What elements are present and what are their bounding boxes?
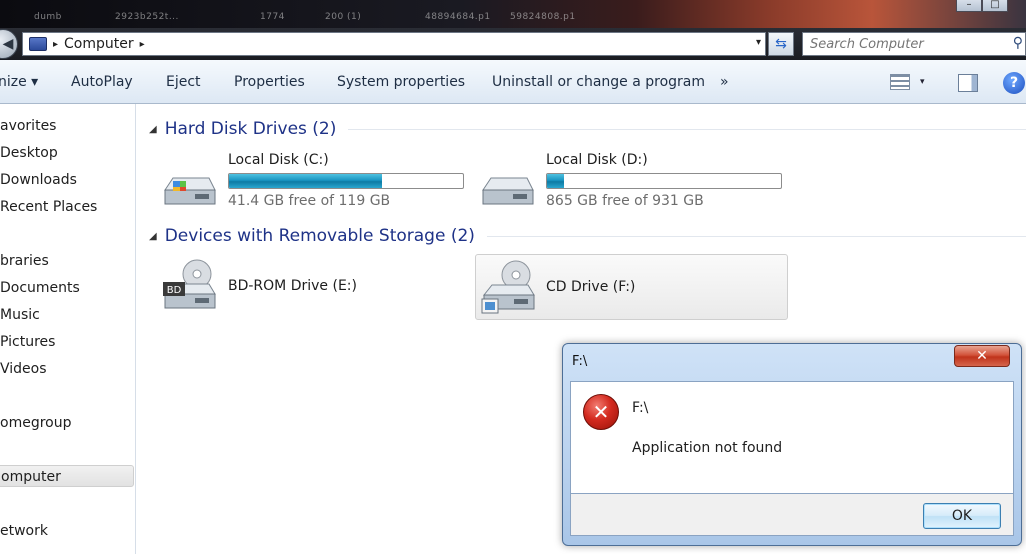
maximize-button[interactable]: □ (982, 0, 1008, 12)
dialog-footer: OK (570, 494, 1014, 536)
address-row: ◀ ▸ Computer ▸ ▾ ⇆ ⚲ (0, 28, 1026, 60)
drive-free-space: 865 GB free of 931 GB (546, 193, 704, 209)
nav-network[interactable]: etwork (0, 520, 48, 542)
dialog-body: ✕ F:\ Application not found (570, 381, 1014, 494)
back-button[interactable]: ◀ (0, 29, 18, 59)
computer-icon (29, 37, 47, 51)
group-title: Hard Disk Drives (2) (164, 119, 337, 139)
nav-desktop[interactable]: Desktop (0, 142, 58, 164)
hard-disk-icon (482, 177, 534, 205)
organize-button[interactable]: nize ▾ (0, 74, 38, 90)
help-icon[interactable]: ? (1003, 72, 1025, 94)
nav-favorites[interactable]: avorites (0, 115, 56, 137)
dialog-title: F:\ (572, 354, 588, 369)
hard-disk-icon (164, 177, 216, 205)
drive-usage-bar (546, 173, 782, 189)
eject-button[interactable]: Eject (166, 74, 201, 90)
ok-button[interactable]: OK (923, 503, 1001, 529)
group-hard-disk-drives[interactable]: ◢ Hard Disk Drives (2) (149, 119, 1026, 139)
preview-pane-icon[interactable] (958, 74, 978, 92)
breadcrumb-separator[interactable]: ▸ (140, 39, 145, 50)
window-top-strip: dumb 2923b252t... 1774 200 (1) 48894684.… (0, 0, 1026, 28)
background-item: 200 (1) (325, 12, 362, 22)
dialog-message: Application not found (632, 440, 783, 456)
drive-name: Local Disk (D:) (546, 152, 648, 168)
more-commands-button[interactable]: » (720, 74, 729, 90)
drive-usage-bar (228, 173, 464, 189)
refresh-icon: ⇆ (775, 36, 787, 52)
nav-pictures[interactable]: Pictures (0, 331, 55, 353)
group-removable-storage[interactable]: ◢ Devices with Removable Storage (2) (149, 226, 1026, 246)
bd-badge: BD (167, 285, 182, 296)
drive-f-selected[interactable]: CD Drive (F:) (475, 254, 788, 320)
bd-rom-drive-icon: BD (163, 259, 216, 309)
nav-music[interactable]: Music (0, 304, 40, 326)
collapse-icon[interactable]: ◢ (149, 231, 157, 242)
drive-d[interactable]: Local Disk (D:) 865 GB free of 931 GB (479, 152, 789, 212)
nav-downloads[interactable]: Downloads (0, 169, 77, 191)
background-item: 2923b252t... (115, 12, 179, 22)
breadcrumb-separator[interactable]: ▸ (53, 39, 58, 50)
group-title: Devices with Removable Storage (2) (164, 226, 475, 246)
drive-e[interactable]: BD BD-ROM Drive (E:) (161, 258, 461, 316)
view-dropdown-icon[interactable]: ▾ (920, 77, 925, 87)
navigation-pane: avorites Desktop Downloads Recent Places… (0, 104, 136, 554)
command-bar: nize ▾ AutoPlay Eject Properties System … (0, 60, 1026, 104)
properties-button[interactable]: Properties (234, 74, 305, 90)
breadcrumb-computer[interactable]: Computer (64, 36, 134, 52)
drive-name: Local Disk (C:) (228, 152, 329, 168)
background-item: 59824808.p1 (510, 12, 576, 22)
refresh-button[interactable]: ⇆ (768, 32, 794, 56)
collapse-icon[interactable]: ◢ (149, 124, 157, 135)
drive-usage-fill (229, 174, 382, 188)
drive-name: CD Drive (F:) (546, 279, 636, 295)
nav-recent-places[interactable]: Recent Places (0, 196, 97, 218)
autoplay-button[interactable]: AutoPlay (71, 74, 133, 90)
nav-computer[interactable]: omputer (0, 465, 134, 487)
uninstall-program-button[interactable]: Uninstall or change a program (492, 74, 705, 90)
caption-buttons: – □ (956, 0, 1008, 12)
dialog-close-button[interactable]: ✕ (954, 345, 1010, 367)
nav-libraries[interactable]: braries (0, 250, 49, 272)
search-icon[interactable]: ⚲ (1013, 35, 1023, 51)
drive-c[interactable]: Local Disk (C:) 41.4 GB free of 119 GB (161, 152, 471, 212)
back-arrow-icon: ◀ (2, 36, 14, 52)
address-bar[interactable]: ▸ Computer ▸ ▾ (22, 32, 766, 56)
background-item: 1774 (260, 12, 285, 22)
close-icon: ✕ (976, 348, 988, 364)
change-view-icon[interactable] (890, 74, 910, 90)
nav-documents[interactable]: Documents (0, 277, 80, 299)
view-options[interactable]: ▾ (890, 74, 925, 90)
search-box[interactable]: ⚲ (802, 32, 1026, 56)
nav-videos[interactable]: Videos (0, 358, 47, 380)
drive-free-space: 41.4 GB free of 119 GB (228, 193, 391, 209)
dialog-heading: F:\ (632, 400, 649, 416)
drive-usage-fill (547, 174, 564, 188)
nav-homegroup[interactable]: omegroup (0, 412, 71, 434)
error-icon: ✕ (583, 394, 619, 430)
address-dropdown-icon[interactable]: ▾ (756, 37, 761, 48)
group-divider (486, 235, 1026, 237)
error-dialog: F:\ ✕ ✕ F:\ Application not found OK (562, 343, 1022, 546)
drive-name: BD-ROM Drive (E:) (228, 278, 357, 294)
system-properties-button[interactable]: System properties (337, 74, 465, 90)
minimize-button[interactable]: – (956, 0, 982, 12)
group-divider (348, 128, 1026, 130)
cd-drive-icon (481, 260, 535, 314)
background-item: dumb (34, 12, 62, 22)
background-item: 48894684.p1 (425, 12, 491, 22)
search-input[interactable] (803, 33, 1003, 55)
